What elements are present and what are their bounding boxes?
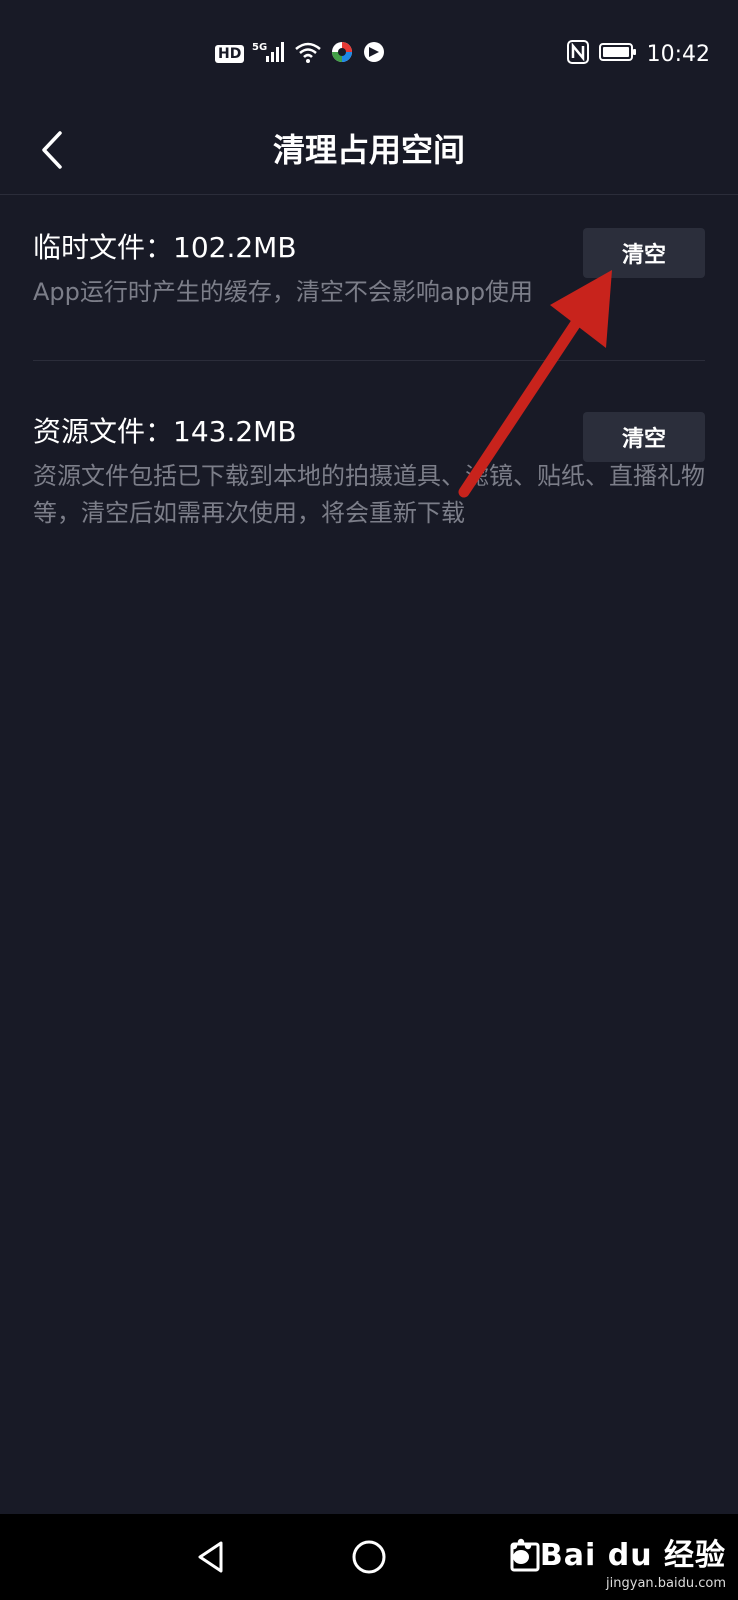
baidu-jingyan-watermark: Bai du 经验 jingyan.baidu.com bbox=[506, 1530, 726, 1591]
header: 清理占用空间 bbox=[0, 106, 738, 195]
status-icons-center: HD 5G bbox=[215, 38, 386, 70]
status-icons-right: 10:42 bbox=[566, 38, 710, 70]
divider bbox=[33, 360, 705, 361]
status-bar: HD 5G 10:42 bbox=[0, 0, 738, 106]
app-notification-icon bbox=[362, 40, 386, 68]
paw-icon bbox=[510, 1538, 532, 1564]
network-label: 5G bbox=[252, 42, 267, 53]
clear-temp-files-button[interactable]: 清空 bbox=[583, 228, 705, 278]
nfc-icon bbox=[566, 40, 589, 68]
watermark-logo: Bai du 经验 bbox=[506, 1530, 726, 1574]
battery-icon bbox=[598, 42, 637, 66]
watermark-logo-text: Bai du 经验 bbox=[539, 1538, 726, 1573]
clock: 10:42 bbox=[646, 41, 710, 67]
back-triangle-icon bbox=[198, 1541, 223, 1573]
resource-files-description: 资源文件包括已下载到本地的拍摄道具、滤镜、贴纸、直播礼物等，清空后如需再次使用，… bbox=[33, 462, 705, 527]
clear-resource-files-button[interactable]: 清空 bbox=[583, 412, 705, 462]
hd-icon: HD bbox=[215, 45, 245, 63]
signal-icon: 5G bbox=[252, 40, 286, 68]
home-circle-icon bbox=[352, 1540, 386, 1574]
temp-files-description: App运行时产生的缓存，清空不会影响app使用 bbox=[33, 278, 534, 306]
system-home-button[interactable] bbox=[344, 1532, 394, 1582]
system-back-button[interactable] bbox=[186, 1532, 236, 1582]
watermark-url: jingyan.baidu.com bbox=[606, 1576, 726, 1591]
page-title: 清理占用空间 bbox=[272, 131, 465, 169]
app-notification-icon bbox=[330, 40, 354, 68]
wifi-icon bbox=[294, 40, 322, 68]
